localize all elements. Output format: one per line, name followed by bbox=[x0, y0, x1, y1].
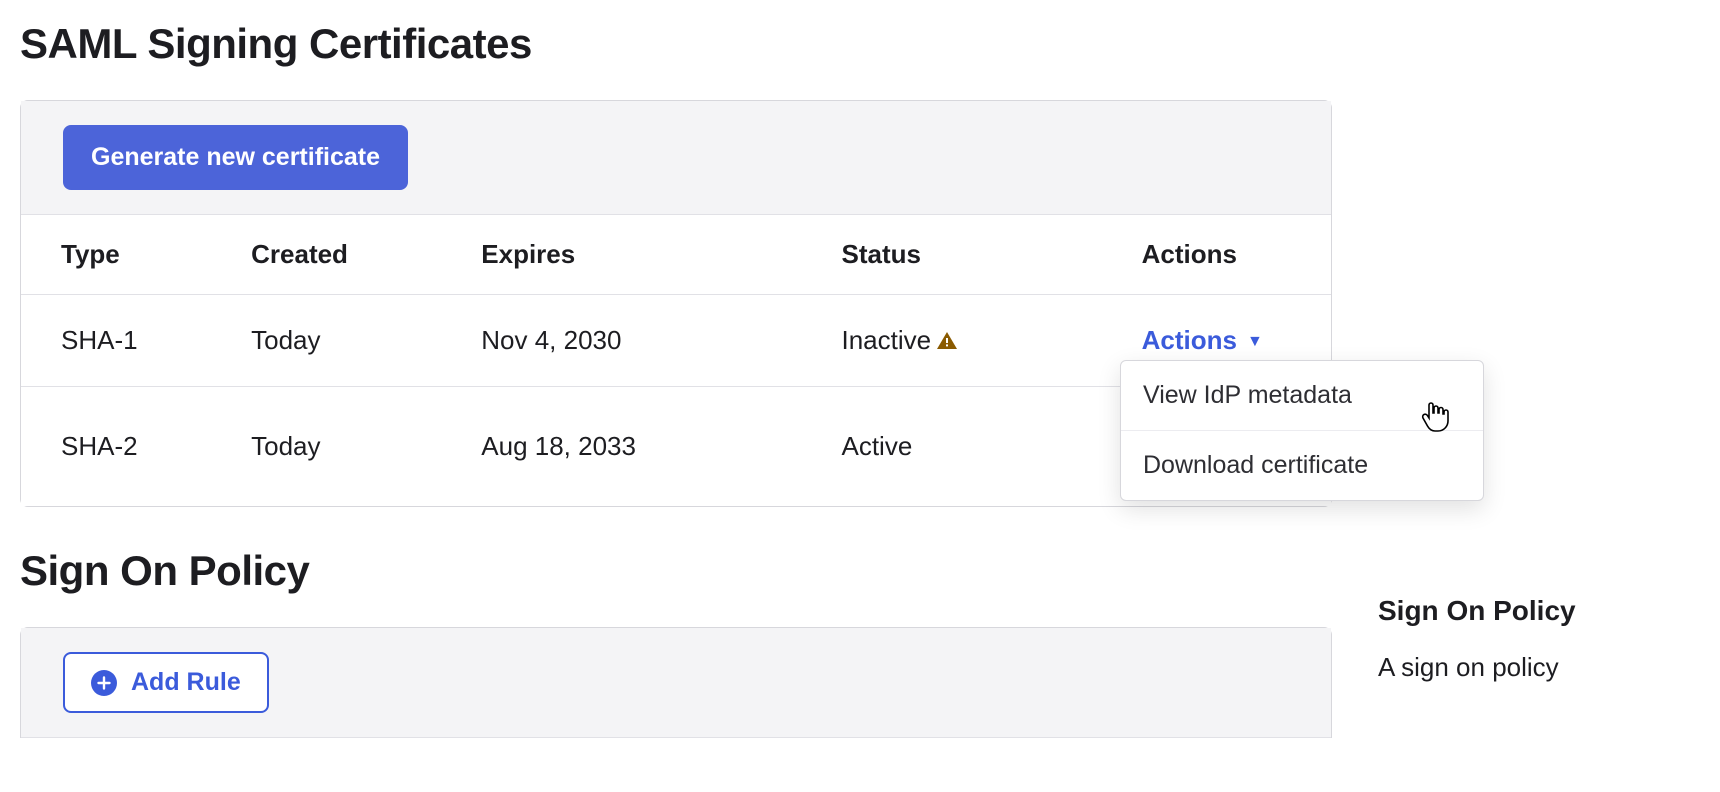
cell-status: Active bbox=[821, 387, 1121, 507]
cell-type: SHA-1 bbox=[21, 295, 231, 387]
saml-card-header: Generate new certificate bbox=[21, 101, 1331, 215]
status-text: Active bbox=[841, 431, 912, 461]
policy-card: Add Rule bbox=[20, 627, 1332, 738]
sidebar-sign-on-policy: Sign On Policy A sign on policy bbox=[1378, 595, 1718, 685]
cell-type: SHA-2 bbox=[21, 387, 231, 507]
sidebar-title: Sign On Policy bbox=[1378, 595, 1718, 627]
sidebar-body-text: A sign on policy bbox=[1378, 649, 1718, 685]
policy-card-header: Add Rule bbox=[21, 628, 1331, 738]
cursor-hand-icon bbox=[1420, 400, 1450, 434]
cell-expires: Aug 18, 2033 bbox=[461, 387, 821, 507]
column-header-type: Type bbox=[21, 215, 231, 295]
saml-section-title: SAML Signing Certificates bbox=[20, 20, 1700, 68]
column-header-expires: Expires bbox=[461, 215, 821, 295]
generate-certificate-button[interactable]: Generate new certificate bbox=[63, 125, 408, 190]
cell-created: Today bbox=[231, 295, 461, 387]
status-text: Inactive bbox=[841, 325, 931, 356]
caret-down-icon: ▼ bbox=[1247, 334, 1263, 350]
add-rule-label: Add Rule bbox=[131, 668, 241, 697]
cell-status: Inactive bbox=[821, 295, 1121, 387]
column-header-actions: Actions bbox=[1122, 215, 1331, 295]
actions-label: Actions bbox=[1142, 325, 1237, 356]
menu-item-download-certificate[interactable]: Download certificate bbox=[1121, 431, 1483, 500]
plus-circle-icon bbox=[91, 670, 117, 696]
column-header-status: Status bbox=[821, 215, 1121, 295]
cell-created: Today bbox=[231, 387, 461, 507]
warning-icon bbox=[935, 329, 959, 353]
actions-dropdown-trigger[interactable]: Actions ▼ bbox=[1142, 325, 1263, 356]
cell-expires: Nov 4, 2030 bbox=[461, 295, 821, 387]
column-header-created: Created bbox=[231, 215, 461, 295]
add-rule-button[interactable]: Add Rule bbox=[63, 652, 269, 713]
policy-section-title: Sign On Policy bbox=[20, 547, 1700, 595]
